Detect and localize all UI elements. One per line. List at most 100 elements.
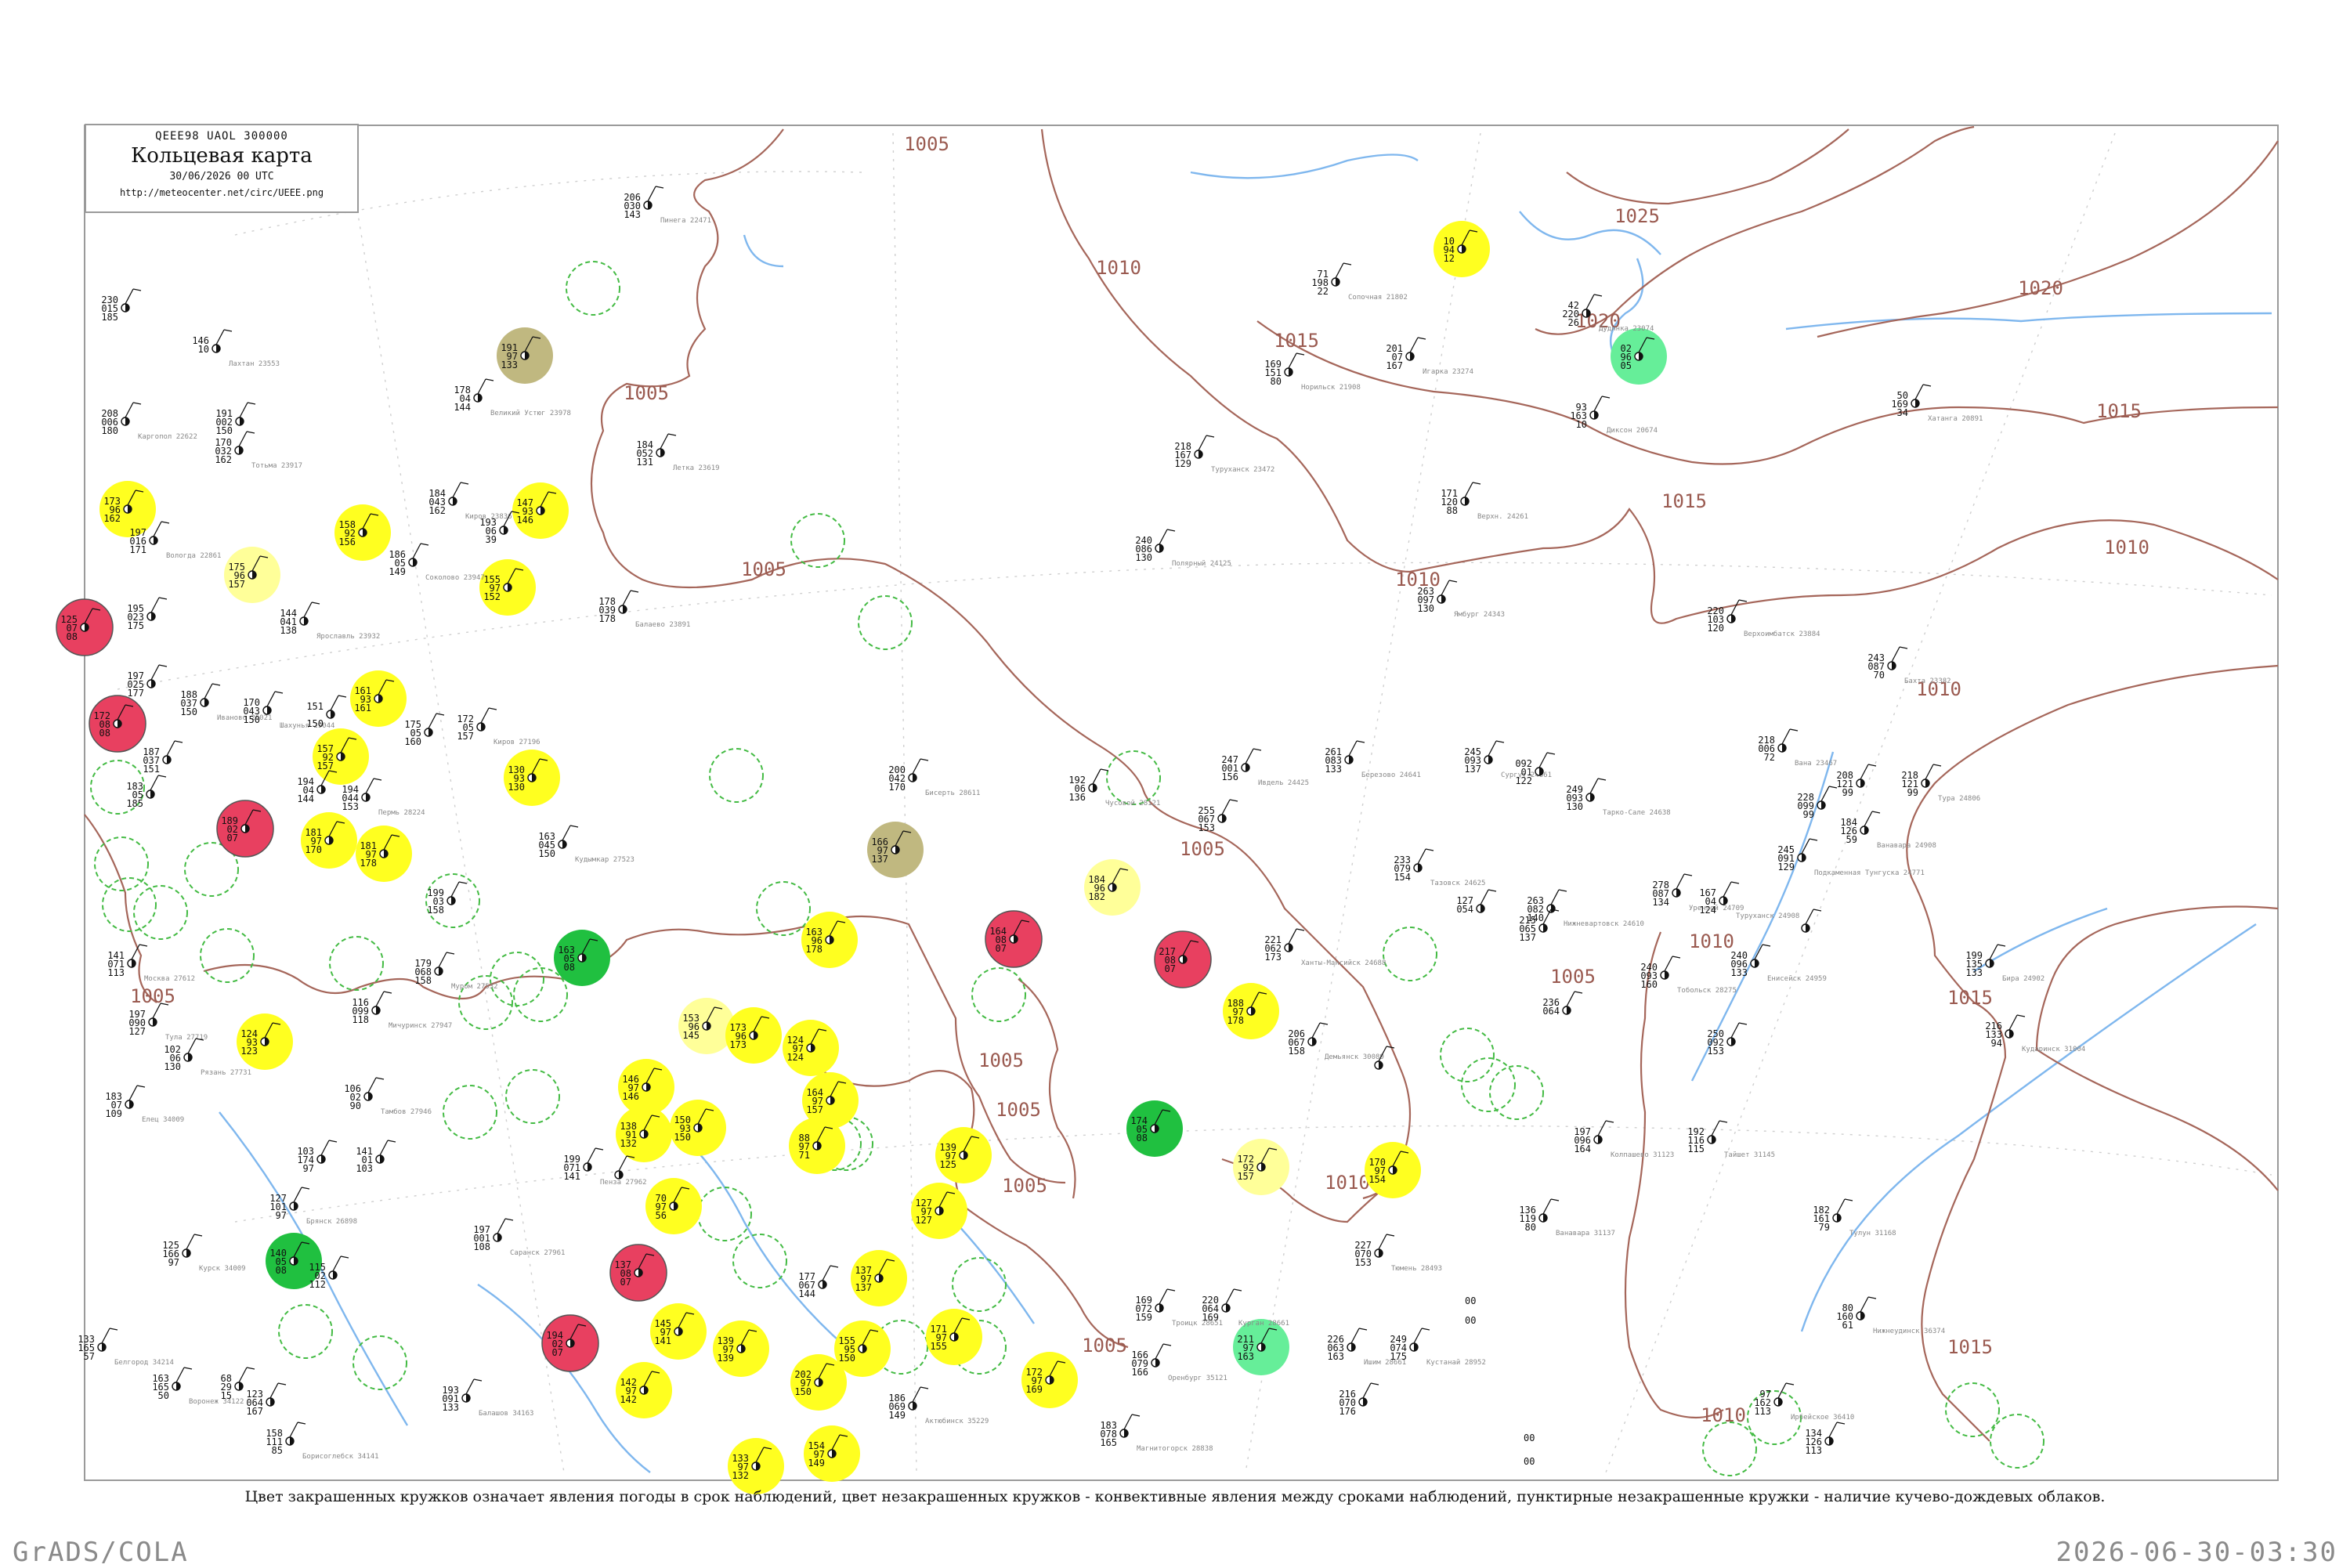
station-value: 178 xyxy=(598,613,616,624)
station-value: 22 xyxy=(1318,286,1329,297)
station-name: Хатанга 20891 xyxy=(1928,415,1983,423)
map-date: 30/06/2026 00 UTC xyxy=(169,171,274,182)
station-value: 129 xyxy=(1174,458,1191,469)
station-value: 137 xyxy=(871,854,888,865)
station-value: 180 xyxy=(101,425,118,436)
station-name: Муром 27532 xyxy=(451,983,498,991)
station-value: 99 xyxy=(1803,809,1814,820)
station-name: Ивдель 24425 xyxy=(1258,779,1309,787)
station-value: 08 xyxy=(276,1265,287,1276)
station-name: Пенза 27962 xyxy=(600,1179,647,1187)
station-value: 97 xyxy=(168,1257,179,1268)
isobar-label: 1005 xyxy=(904,133,949,155)
weather-circle-yellow: 12797127 xyxy=(911,1183,967,1239)
station-value: 178 xyxy=(1227,1015,1244,1026)
station-value: 150 xyxy=(215,425,233,436)
station-value: 123 xyxy=(240,1046,258,1057)
station-name: Тамбов 27946 xyxy=(381,1107,432,1116)
station-value: 71 xyxy=(799,1150,810,1161)
station-name: Воронеж 34122 xyxy=(189,1398,244,1406)
station-name: Киров 27196 xyxy=(494,739,540,746)
station-value: 167 xyxy=(246,1406,263,1417)
station-name: Уренгой 24709 xyxy=(1689,905,1744,912)
station-value: 163 xyxy=(1327,1351,1344,1362)
weather-circle-light_green: 029605 xyxy=(1611,328,1667,385)
station-value: 133 xyxy=(1965,967,1983,978)
isobar-label: 1005 xyxy=(996,1099,1041,1121)
isobar-label: 1015 xyxy=(1661,490,1707,512)
station-name: Вана 23467 xyxy=(1795,760,1837,768)
station-name: Кударинск 31004 xyxy=(2022,1046,2085,1053)
station-value: 88 xyxy=(1447,505,1458,516)
source-url[interactable]: http://meteocenter.net/circ/UEEE.png xyxy=(86,187,357,198)
isobar-label: 1010 xyxy=(1689,930,1734,952)
generation-timestamp: 2026-06-30-03:30 xyxy=(2055,1537,2337,1568)
isobar-label: 1025 xyxy=(1614,205,1660,227)
station-value: 157 xyxy=(457,731,474,742)
weather-circle-yellow: 709756 xyxy=(645,1178,702,1234)
station-value: 166 xyxy=(1131,1367,1148,1378)
station-value: 07 xyxy=(1165,963,1176,974)
station-value: 152 xyxy=(483,591,501,602)
weather-circle-pale_yellow: 17596157 xyxy=(224,547,280,603)
station-name: Ярославль 23932 xyxy=(316,633,380,641)
station-value: 151 xyxy=(143,764,160,775)
station-value: 054 xyxy=(1456,904,1473,915)
map-label: 00 xyxy=(1465,1315,1476,1326)
station-value: 85 xyxy=(272,1445,283,1456)
weather-circle-yellow: 14597141 xyxy=(650,1303,707,1360)
station-value: 185 xyxy=(101,312,118,323)
station-name: Тотьма 23917 xyxy=(251,462,302,470)
isobar-label: 1005 xyxy=(1550,966,1596,988)
weather-circle-yellow: 14793146 xyxy=(512,482,569,539)
station-value: 156 xyxy=(338,537,356,547)
station-name: Актюбинск 35229 xyxy=(925,1417,989,1425)
software-credit: GrADS/COLA xyxy=(13,1537,189,1568)
station-value: 113 xyxy=(1754,1406,1771,1417)
station-value: 70 xyxy=(1874,670,1885,681)
station-name: Борисоглебск 34141 xyxy=(302,1452,379,1461)
station-name: Ирбейское 36410 xyxy=(1791,1413,1854,1422)
weather-circle-yellow: 15892156 xyxy=(334,504,391,561)
station-value: 61 xyxy=(1842,1320,1853,1331)
station-name: Тарко-Сале 24638 xyxy=(1603,809,1671,817)
weather-circle-red: 1250708 xyxy=(56,598,114,656)
station-value: 167 xyxy=(1386,360,1403,371)
weather-circle-red: 1640807 xyxy=(985,910,1043,968)
station-value: 145 xyxy=(682,1030,700,1041)
station-value: 177 xyxy=(127,688,144,699)
station-name: Норильск 21908 xyxy=(1301,384,1361,392)
station-value: 122 xyxy=(1515,775,1532,786)
station-name: Саранск 27961 xyxy=(510,1249,565,1257)
station-value: 144 xyxy=(297,793,314,804)
isobar-label: 1015 xyxy=(2096,400,2142,422)
station-value: 07 xyxy=(620,1277,631,1288)
weather-circle-yellow: 15792157 xyxy=(313,728,369,785)
station-value: 57 xyxy=(84,1351,95,1362)
station-name: Кустанай 28952 xyxy=(1426,1359,1486,1367)
station-value: 151 xyxy=(306,701,324,712)
map-title: Кольцевая карта xyxy=(131,144,313,168)
station-value: 99 xyxy=(1842,787,1853,798)
station-value: 178 xyxy=(805,944,822,955)
weather-circle-yellow: 17396173 xyxy=(725,1007,782,1064)
station-name: Магнитогорск 28838 xyxy=(1137,1445,1213,1453)
station-value: 97 xyxy=(276,1210,287,1221)
station-name: Колпашево 31123 xyxy=(1611,1151,1674,1159)
station-name: Тула 27719 xyxy=(165,1034,208,1042)
weather-circle-yellow: 13891132 xyxy=(616,1106,672,1162)
weather-circle-yellow: 16396178 xyxy=(801,912,858,968)
station-name: Бахта 23382 xyxy=(1904,677,1951,685)
station-value: 171 xyxy=(129,544,146,555)
weather-circle-yellow: 18197178 xyxy=(356,826,412,882)
station-value: 173 xyxy=(729,1039,747,1050)
station-name: Игарка 23274 xyxy=(1423,368,1473,376)
station-name: Верхн. 24261 xyxy=(1477,513,1528,521)
station-value: 137 xyxy=(1519,932,1536,943)
station-name: Курск 34009 xyxy=(199,1265,246,1273)
isobar-label: 1005 xyxy=(1180,838,1225,860)
isobar-label: 1005 xyxy=(1002,1175,1047,1197)
station-name: Ванавара 31137 xyxy=(1556,1230,1615,1237)
station-value: 10 xyxy=(1576,419,1587,430)
station-value: 158 xyxy=(414,975,432,986)
